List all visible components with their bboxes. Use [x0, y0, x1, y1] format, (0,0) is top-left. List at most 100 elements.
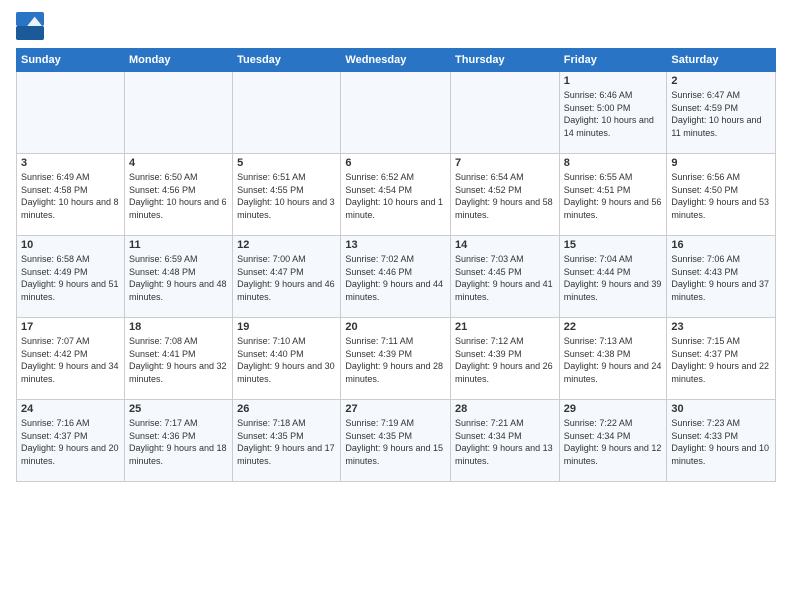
day-number: 13: [345, 239, 446, 251]
day-cell: 15 Sunrise: 7:04 AM Sunset: 4:44 PM Dayli…: [559, 236, 667, 318]
day-content: Sunrise: 7:12 AM Sunset: 4:39 PM Dayligh…: [455, 335, 555, 385]
day-content: Sunrise: 7:15 AM Sunset: 4:37 PM Dayligh…: [671, 335, 771, 385]
day-number: 16: [671, 239, 771, 251]
day-content: Sunrise: 7:13 AM Sunset: 4:38 PM Dayligh…: [564, 335, 663, 385]
day-number: 10: [21, 239, 120, 251]
header-cell-saturday: Saturday: [667, 49, 776, 72]
day-number: 11: [129, 239, 228, 251]
day-content: Sunrise: 7:10 AM Sunset: 4:40 PM Dayligh…: [237, 335, 336, 385]
day-content: Sunrise: 7:19 AM Sunset: 4:35 PM Dayligh…: [345, 417, 446, 467]
day-content: Sunrise: 7:22 AM Sunset: 4:34 PM Dayligh…: [564, 417, 663, 467]
calendar-table: SundayMondayTuesdayWednesdayThursdayFrid…: [16, 48, 776, 482]
header-cell-monday: Monday: [124, 49, 232, 72]
day-cell: 21 Sunrise: 7:12 AM Sunset: 4:39 PM Dayli…: [451, 318, 560, 400]
day-content: Sunrise: 7:02 AM Sunset: 4:46 PM Dayligh…: [345, 253, 446, 303]
logo: [16, 12, 48, 40]
day-content: Sunrise: 7:00 AM Sunset: 4:47 PM Dayligh…: [237, 253, 336, 303]
day-number: 27: [345, 403, 446, 415]
day-cell: 8Sunrise: 6:55 AM Sunset: 4:51 PM Daylig…: [559, 154, 667, 236]
day-number: 24: [21, 403, 120, 415]
day-content: Sunrise: 7:07 AM Sunset: 4:42 PM Dayligh…: [21, 335, 120, 385]
day-number: 4: [129, 157, 228, 169]
day-cell: 19 Sunrise: 7:10 AM Sunset: 4:40 PM Dayli…: [233, 318, 341, 400]
day-cell: [124, 72, 232, 154]
day-content: Sunrise: 7:18 AM Sunset: 4:35 PM Dayligh…: [237, 417, 336, 467]
week-row-4: 24 Sunrise: 7:16 AM Sunset: 4:37 PM Dayli…: [17, 400, 776, 482]
day-cell: 10 Sunrise: 6:58 AM Sunset: 4:49 PM Dayli…: [17, 236, 125, 318]
day-content: Sunrise: 6:58 AM Sunset: 4:49 PM Dayligh…: [21, 253, 120, 303]
day-content: Sunrise: 6:56 AM Sunset: 4:50 PM Dayligh…: [671, 171, 771, 221]
day-content: Sunrise: 7:21 AM Sunset: 4:34 PM Dayligh…: [455, 417, 555, 467]
day-cell: 25 Sunrise: 7:17 AM Sunset: 4:36 PM Dayli…: [124, 400, 232, 482]
day-cell: 20Sunrise: 7:11 AM Sunset: 4:39 PM Dayli…: [341, 318, 451, 400]
day-content: Sunrise: 6:55 AM Sunset: 4:51 PM Dayligh…: [564, 171, 663, 221]
week-row-0: 1 Sunrise: 6:46 AM Sunset: 5:00 PM Daylig…: [17, 72, 776, 154]
header-cell-tuesday: Tuesday: [233, 49, 341, 72]
day-number: 1: [564, 75, 663, 87]
header-cell-thursday: Thursday: [451, 49, 560, 72]
day-cell: 9 Sunrise: 6:56 AM Sunset: 4:50 PM Daylig…: [667, 154, 776, 236]
day-cell: 14 Sunrise: 7:03 AM Sunset: 4:45 PM Dayli…: [451, 236, 560, 318]
day-cell: [233, 72, 341, 154]
day-cell: 30 Sunrise: 7:23 AM Sunset: 4:33 PM Dayli…: [667, 400, 776, 482]
day-content: Sunrise: 7:03 AM Sunset: 4:45 PM Dayligh…: [455, 253, 555, 303]
day-content: Sunrise: 7:06 AM Sunset: 4:43 PM Dayligh…: [671, 253, 771, 303]
day-cell: [341, 72, 451, 154]
day-number: 17: [21, 321, 120, 333]
day-cell: 22Sunrise: 7:13 AM Sunset: 4:38 PM Dayli…: [559, 318, 667, 400]
day-cell: [17, 72, 125, 154]
day-cell: 24 Sunrise: 7:16 AM Sunset: 4:37 PM Dayli…: [17, 400, 125, 482]
day-cell: 29 Sunrise: 7:22 AM Sunset: 4:34 PM Dayli…: [559, 400, 667, 482]
day-number: 23: [671, 321, 771, 333]
day-number: 29: [564, 403, 663, 415]
header-cell-wednesday: Wednesday: [341, 49, 451, 72]
day-cell: 28Sunrise: 7:21 AM Sunset: 4:34 PM Dayli…: [451, 400, 560, 482]
day-number: 14: [455, 239, 555, 251]
day-number: 25: [129, 403, 228, 415]
page: SundayMondayTuesdayWednesdayThursdayFrid…: [0, 0, 792, 494]
day-number: 30: [671, 403, 771, 415]
header-row: SundayMondayTuesdayWednesdayThursdayFrid…: [17, 49, 776, 72]
day-cell: 11Sunrise: 6:59 AM Sunset: 4:48 PM Dayli…: [124, 236, 232, 318]
day-number: 19: [237, 321, 336, 333]
day-cell: 17 Sunrise: 7:07 AM Sunset: 4:42 PM Dayli…: [17, 318, 125, 400]
day-content: Sunrise: 6:49 AM Sunset: 4:58 PM Dayligh…: [21, 171, 120, 221]
day-content: Sunrise: 7:16 AM Sunset: 4:37 PM Dayligh…: [21, 417, 120, 467]
day-number: 21: [455, 321, 555, 333]
day-number: 3: [21, 157, 120, 169]
header-cell-friday: Friday: [559, 49, 667, 72]
day-number: 15: [564, 239, 663, 251]
day-cell: 12 Sunrise: 7:00 AM Sunset: 4:47 PM Dayli…: [233, 236, 341, 318]
day-number: 5: [237, 157, 336, 169]
day-cell: 27 Sunrise: 7:19 AM Sunset: 4:35 PM Dayli…: [341, 400, 451, 482]
day-cell: 23 Sunrise: 7:15 AM Sunset: 4:37 PM Dayli…: [667, 318, 776, 400]
day-number: 6: [345, 157, 446, 169]
day-cell: 1 Sunrise: 6:46 AM Sunset: 5:00 PM Daylig…: [559, 72, 667, 154]
day-content: Sunrise: 7:17 AM Sunset: 4:36 PM Dayligh…: [129, 417, 228, 467]
day-content: Sunrise: 7:23 AM Sunset: 4:33 PM Dayligh…: [671, 417, 771, 467]
day-cell: 7 Sunrise: 6:54 AM Sunset: 4:52 PM Daylig…: [451, 154, 560, 236]
day-cell: 3 Sunrise: 6:49 AM Sunset: 4:58 PM Daylig…: [17, 154, 125, 236]
day-number: 20: [345, 321, 446, 333]
day-content: Sunrise: 6:51 AM Sunset: 4:55 PM Dayligh…: [237, 171, 336, 221]
day-content: Sunrise: 6:52 AM Sunset: 4:54 PM Dayligh…: [345, 171, 446, 221]
day-cell: [451, 72, 560, 154]
day-content: Sunrise: 7:04 AM Sunset: 4:44 PM Dayligh…: [564, 253, 663, 303]
day-cell: 2Sunrise: 6:47 AM Sunset: 4:59 PM Daylig…: [667, 72, 776, 154]
week-row-2: 10 Sunrise: 6:58 AM Sunset: 4:49 PM Dayli…: [17, 236, 776, 318]
day-content: Sunrise: 6:54 AM Sunset: 4:52 PM Dayligh…: [455, 171, 555, 221]
logo-icon: [16, 12, 44, 40]
day-cell: 4 Sunrise: 6:50 AM Sunset: 4:56 PM Daylig…: [124, 154, 232, 236]
day-cell: 18Sunrise: 7:08 AM Sunset: 4:41 PM Dayli…: [124, 318, 232, 400]
day-number: 12: [237, 239, 336, 251]
header-cell-sunday: Sunday: [17, 49, 125, 72]
week-row-1: 3 Sunrise: 6:49 AM Sunset: 4:58 PM Daylig…: [17, 154, 776, 236]
day-number: 9: [671, 157, 771, 169]
day-content: Sunrise: 7:08 AM Sunset: 4:41 PM Dayligh…: [129, 335, 228, 385]
header: [16, 12, 776, 40]
day-content: Sunrise: 6:50 AM Sunset: 4:56 PM Dayligh…: [129, 171, 228, 221]
day-content: Sunrise: 6:47 AM Sunset: 4:59 PM Dayligh…: [671, 89, 771, 139]
day-number: 7: [455, 157, 555, 169]
day-content: Sunrise: 6:46 AM Sunset: 5:00 PM Dayligh…: [564, 89, 663, 139]
day-cell: 6 Sunrise: 6:52 AM Sunset: 4:54 PM Daylig…: [341, 154, 451, 236]
